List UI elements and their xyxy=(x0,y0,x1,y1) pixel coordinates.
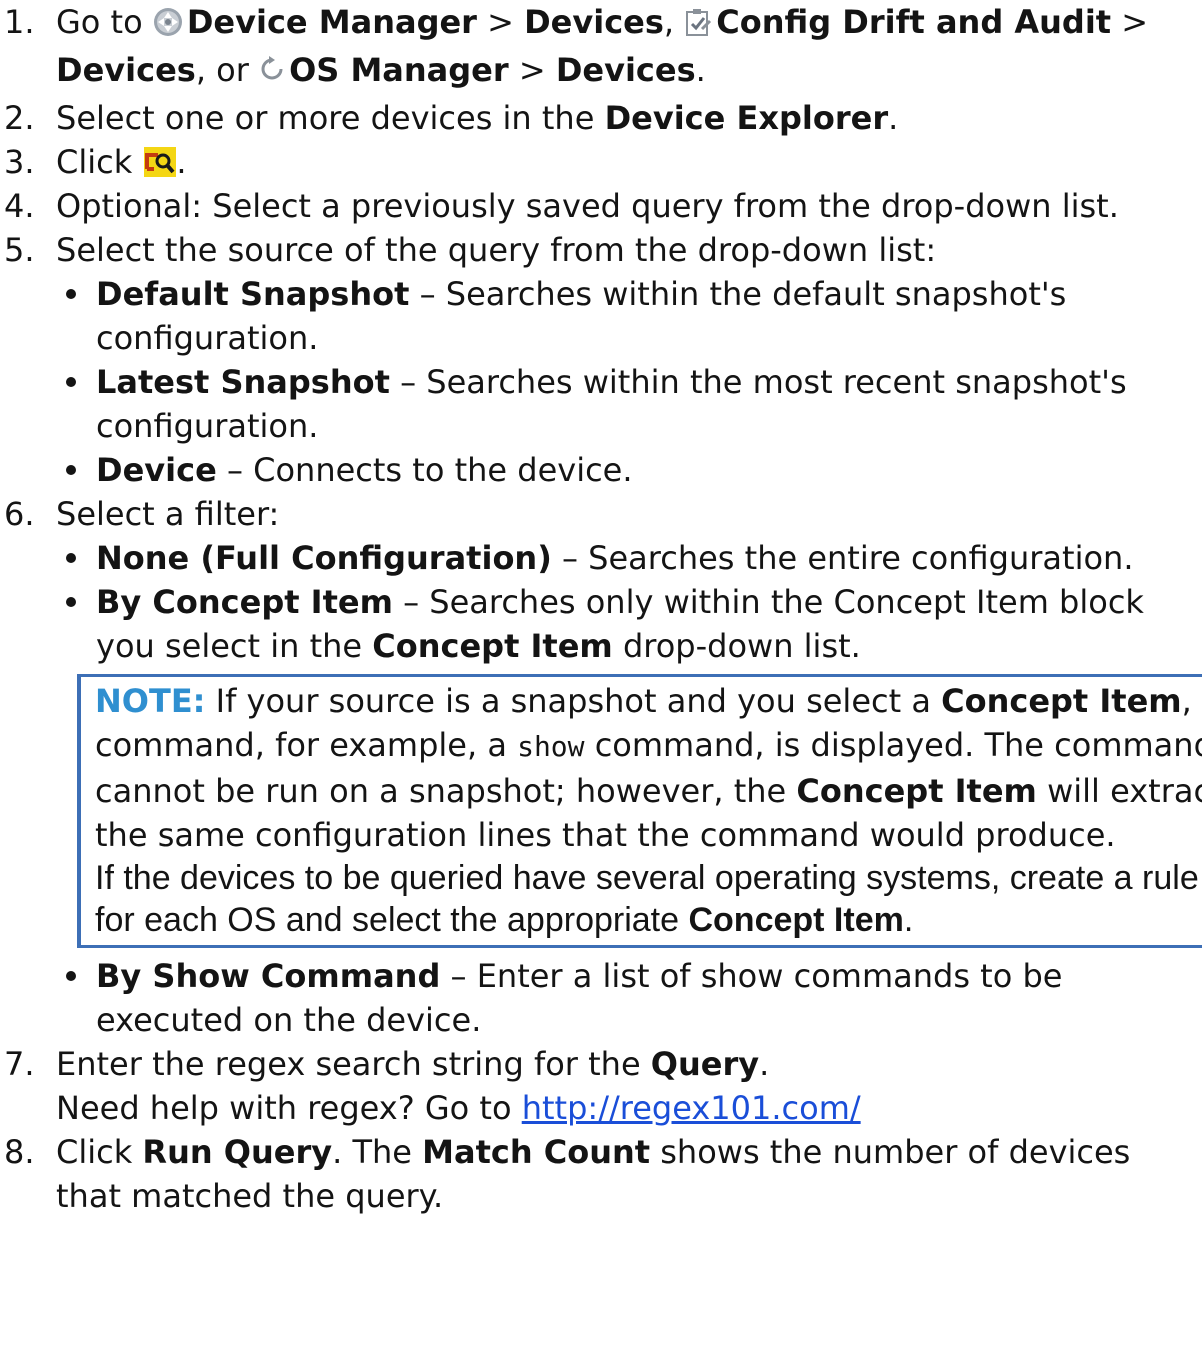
separator: > xyxy=(508,51,556,89)
regex101-link[interactable]: http://regex101.com/ xyxy=(522,1089,861,1127)
step-7: 7. Enter the regex search string for the… xyxy=(0,1042,1202,1130)
option-description: – Searches the entire configuration. xyxy=(551,539,1134,577)
step-number: 8. xyxy=(4,1133,35,1171)
step-number: 4. xyxy=(4,187,35,225)
code-snippet: show xyxy=(517,730,585,763)
filter-options-list: None (Full Configuration) – Searches the… xyxy=(0,536,1202,668)
bullet-icon xyxy=(66,289,76,299)
help-text: Need help with regex? Go to xyxy=(56,1089,522,1127)
devices-label: Devices xyxy=(524,3,664,41)
step-number: 7. xyxy=(4,1045,35,1083)
note-secondary: If the devices to be queried have severa… xyxy=(95,857,1202,941)
devices-label: Devices xyxy=(555,51,696,89)
step-3: 3. Click . xyxy=(0,140,1202,184)
steps-list: 6. Select a filter: xyxy=(0,492,1202,536)
concept-item-label: Concept Item xyxy=(688,901,904,939)
steps-list: 1. Go to Device Manager > Devices, Confi… xyxy=(0,0,1202,272)
step-text: Select one or more devices in the xyxy=(56,99,605,137)
separator: > xyxy=(1111,3,1149,41)
list-item: Latest Snapshot – Searches within the mo… xyxy=(0,360,1202,448)
list-item: By Concept Item – Searches only within t… xyxy=(0,580,1202,668)
list-item: Device – Connects to the device. xyxy=(0,448,1202,492)
device-manager-label: Device Manager xyxy=(186,3,477,41)
run-query-label: Run Query xyxy=(142,1133,333,1171)
list-item: Default Snapshot – Searches within the d… xyxy=(0,272,1202,360)
bullet-icon xyxy=(66,971,76,981)
step-text: Enter the regex search string for the xyxy=(56,1045,651,1083)
bullet-icon xyxy=(66,553,76,563)
concept-item-label: Concept Item xyxy=(796,772,1037,810)
step-text: . xyxy=(759,1045,770,1083)
separator: > xyxy=(476,3,525,41)
separator: , xyxy=(663,3,685,41)
device-explorer-label: Device Explorer xyxy=(604,99,889,137)
step-text: . The xyxy=(332,1133,423,1171)
step-text: Select the source of the query from the … xyxy=(56,231,937,269)
os-manager-label: OS Manager xyxy=(289,51,509,89)
step-text: . xyxy=(176,143,187,181)
note-box: NOTE: If your source is a snapshot and y… xyxy=(77,674,1202,948)
os-manager-icon xyxy=(259,52,285,96)
concept-item-label: Concept Item xyxy=(372,627,613,665)
filter-options-list-cont: By Show Command – Enter a list of show c… xyxy=(0,954,1202,1042)
document: 1. Go to Device Manager > Devices, Confi… xyxy=(0,0,1202,1218)
note-label: NOTE: xyxy=(95,682,206,720)
bullet-icon xyxy=(66,597,76,607)
bullet-icon xyxy=(66,377,76,387)
step-text: Click xyxy=(56,1133,143,1171)
option-title: By Show Command xyxy=(96,957,441,995)
step-number: 2. xyxy=(4,99,35,137)
step-6: 6. Select a filter: xyxy=(0,492,1202,536)
concept-item-label: Concept Item xyxy=(941,682,1182,720)
step-text: . xyxy=(888,99,899,137)
list-item: None (Full Configuration) – Searches the… xyxy=(0,536,1202,580)
step-text: Optional: Select a previously saved quer… xyxy=(56,187,1119,225)
option-title: Device xyxy=(96,451,217,489)
option-title: Default Snapshot xyxy=(96,275,410,313)
step-number: 1. xyxy=(4,3,35,41)
step-text: Select a filter: xyxy=(56,495,280,533)
note-text: . xyxy=(903,901,914,939)
steps-list: 7. Enter the regex search string for the… xyxy=(0,1042,1202,1218)
step-number: 5. xyxy=(4,231,35,269)
query-label: Query xyxy=(650,1045,760,1083)
option-description: – Connects to the device. xyxy=(216,451,633,489)
list-item: By Show Command – Enter a list of show c… xyxy=(0,954,1202,1042)
step-4: 4. Optional: Select a previously saved q… xyxy=(0,184,1202,228)
separator: . xyxy=(695,51,706,89)
step-1: 1. Go to Device Manager > Devices, Confi… xyxy=(0,0,1202,96)
device-manager-icon xyxy=(153,4,183,48)
option-description: drop-down list. xyxy=(612,627,861,665)
step-8: 8. Click Run Query. The Match Count show… xyxy=(0,1130,1202,1218)
note-text: If your source is a snapshot and you sel… xyxy=(205,682,942,720)
option-title: None (Full Configuration) xyxy=(96,539,552,577)
step-number: 3. xyxy=(4,143,35,181)
source-options-list: Default Snapshot – Searches within the d… xyxy=(0,272,1202,492)
option-title: Latest Snapshot xyxy=(96,363,390,401)
config-drift-icon xyxy=(684,4,712,48)
separator: , or xyxy=(195,51,260,89)
step-5: 5. Select the source of the query from t… xyxy=(0,228,1202,272)
config-drift-label: Config Drift and Audit xyxy=(716,3,1112,41)
step-2: 2. Select one or more devices in the Dev… xyxy=(0,96,1202,140)
step-text: Go to xyxy=(56,3,153,41)
bullet-icon xyxy=(66,465,76,475)
devices-label: Devices xyxy=(56,51,196,89)
step-text: Click xyxy=(56,143,143,181)
match-count-label: Match Count xyxy=(422,1133,651,1171)
query-search-icon[interactable] xyxy=(144,147,177,177)
option-title: By Concept Item xyxy=(96,583,393,621)
note-text: If the devices to be queried have severa… xyxy=(95,859,1199,939)
step-number: 6. xyxy=(4,495,35,533)
